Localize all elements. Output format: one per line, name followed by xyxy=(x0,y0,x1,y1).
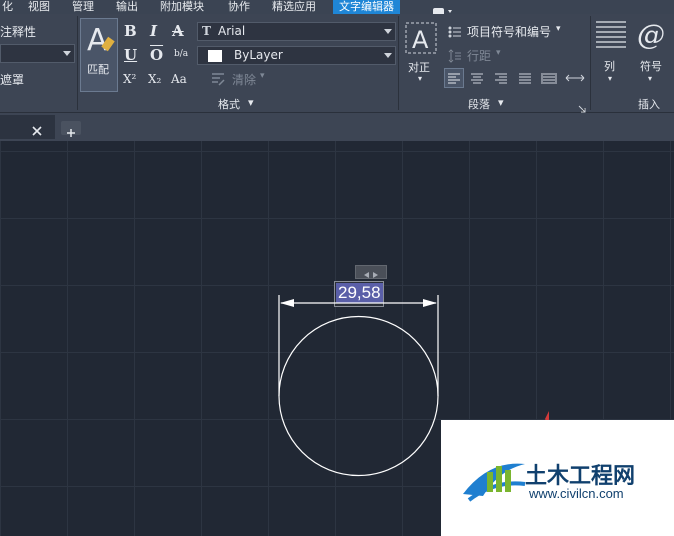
symbol-button[interactable]: @ 符号 ▾ xyxy=(634,18,670,90)
house-logo-icon xyxy=(459,450,529,508)
color-select[interactable]: ByLayer xyxy=(197,46,396,65)
justify-icon: A xyxy=(405,22,437,58)
superscript-button[interactable]: X² xyxy=(123,72,136,86)
line-spacing-button[interactable]: 行距 xyxy=(467,47,491,64)
font-select[interactable]: T Arial xyxy=(197,22,396,41)
annotative-label[interactable]: 注释性 xyxy=(0,23,36,40)
font-value: Arial xyxy=(218,24,246,38)
align-right-button[interactable] xyxy=(492,69,510,91)
line-spacing-icon xyxy=(448,48,462,67)
chevron-down-icon: ▾ xyxy=(648,74,653,83)
insert-panel-title: 插入 xyxy=(638,98,660,111)
watermark-url: www.civilcn.com xyxy=(529,486,624,501)
arrow-right-icon xyxy=(423,299,437,307)
distribute-button[interactable] xyxy=(540,69,558,91)
chevron-down-icon[interactable]: ▾ xyxy=(248,96,254,109)
text-height-combo[interactable] xyxy=(0,44,75,63)
symbol-label: 符号 xyxy=(640,60,662,73)
menu-item-text-editor[interactable]: 文字编辑器 xyxy=(333,0,400,14)
align-left-icon xyxy=(448,73,460,84)
justify-label: 对正 xyxy=(408,61,430,74)
svg-text:A: A xyxy=(87,23,108,56)
color-swatch xyxy=(208,50,222,62)
align-center-button[interactable] xyxy=(468,69,486,91)
menu-item-featured-apps[interactable]: 精选应用 xyxy=(272,0,316,14)
columns-icon xyxy=(595,20,627,54)
chevron-down-icon xyxy=(384,29,392,34)
paragraph-panel-title[interactable]: 段落 xyxy=(468,96,490,112)
separator xyxy=(398,16,399,110)
chevron-down-icon xyxy=(63,51,71,56)
align-left-button[interactable] xyxy=(444,68,464,88)
ribbon-toggle-icon[interactable] xyxy=(432,2,458,16)
change-case-button[interactable]: Aa xyxy=(171,72,187,86)
menu-item-addons[interactable]: 附加模块 xyxy=(160,0,204,14)
bullets-icon xyxy=(448,24,462,43)
menu-item-manage[interactable]: 管理 xyxy=(72,0,94,14)
chevron-down-icon[interactable]: ▾ xyxy=(496,48,501,58)
arrow-left-icon xyxy=(280,299,294,307)
close-icon[interactable] xyxy=(32,121,42,140)
underline-button[interactable]: U xyxy=(124,46,137,64)
color-value: ByLayer xyxy=(234,48,283,62)
subscript-button[interactable]: X₂ xyxy=(148,72,161,86)
distribute-spacing-button[interactable] xyxy=(564,69,586,91)
chevron-down-icon[interactable]: ▾ xyxy=(498,96,504,109)
justify-button[interactable]: A 对正 ▾ xyxy=(404,22,438,90)
format-panel-title[interactable]: 格式 xyxy=(218,96,240,112)
file-tab-bar xyxy=(0,113,674,141)
clear-format-icon xyxy=(210,71,226,91)
menu-item-output[interactable]: 输出 xyxy=(116,0,138,14)
new-tab-button[interactable] xyxy=(61,121,81,137)
drawing-tab[interactable] xyxy=(0,115,55,139)
menu-item-view[interactable]: 视图 xyxy=(28,0,50,14)
clear-button[interactable]: 清除 xyxy=(232,71,256,88)
match-label: 匹配 xyxy=(87,63,109,76)
at-symbol-icon: @ xyxy=(637,18,665,51)
menu-item-collaborate[interactable]: 协作 xyxy=(228,0,250,14)
stack-button[interactable]: b/a xyxy=(174,49,188,59)
match-brush-icon: A xyxy=(85,22,115,60)
ribbon-panel: 注释性 遮罩 A 匹配 B I A U O b/a X² X₂ Aa T Ari… xyxy=(0,14,674,113)
chevron-down-icon: ▾ xyxy=(608,74,613,83)
chevron-down-icon xyxy=(384,53,392,58)
match-properties-button[interactable]: A 匹配 xyxy=(80,18,118,92)
watermark-logo: 土木工程网 www.civilcn.com xyxy=(441,420,674,536)
overline-button[interactable]: O xyxy=(150,46,163,64)
svg-text:A: A xyxy=(412,26,429,54)
bold-button[interactable]: B xyxy=(124,22,137,40)
chevron-down-icon[interactable]: ▾ xyxy=(260,71,265,81)
strikethrough-button[interactable]: A xyxy=(172,22,184,40)
menu-bar: 化 视图 管理 输出 附加模块 协作 精选应用 文字编辑器 xyxy=(0,0,674,16)
bullets-numbering-button[interactable]: 项目符号和编号 xyxy=(467,23,551,40)
italic-button[interactable]: I xyxy=(150,22,157,40)
columns-label: 列 xyxy=(604,60,615,73)
circle-shape xyxy=(278,315,439,477)
menu-item-partial[interactable]: 化 xyxy=(2,0,13,14)
font-type-icon: T xyxy=(202,24,211,38)
chevron-down-icon: ▾ xyxy=(418,74,423,83)
mask-button[interactable]: 遮罩 xyxy=(0,71,24,88)
plus-icon xyxy=(66,123,76,142)
separator xyxy=(77,16,78,110)
separator xyxy=(590,16,591,110)
justify-align-button[interactable] xyxy=(516,69,534,91)
dimension-line xyxy=(278,295,439,396)
columns-button[interactable]: 列 ▾ xyxy=(594,20,628,90)
chevron-down-icon[interactable]: ▾ xyxy=(556,24,561,34)
